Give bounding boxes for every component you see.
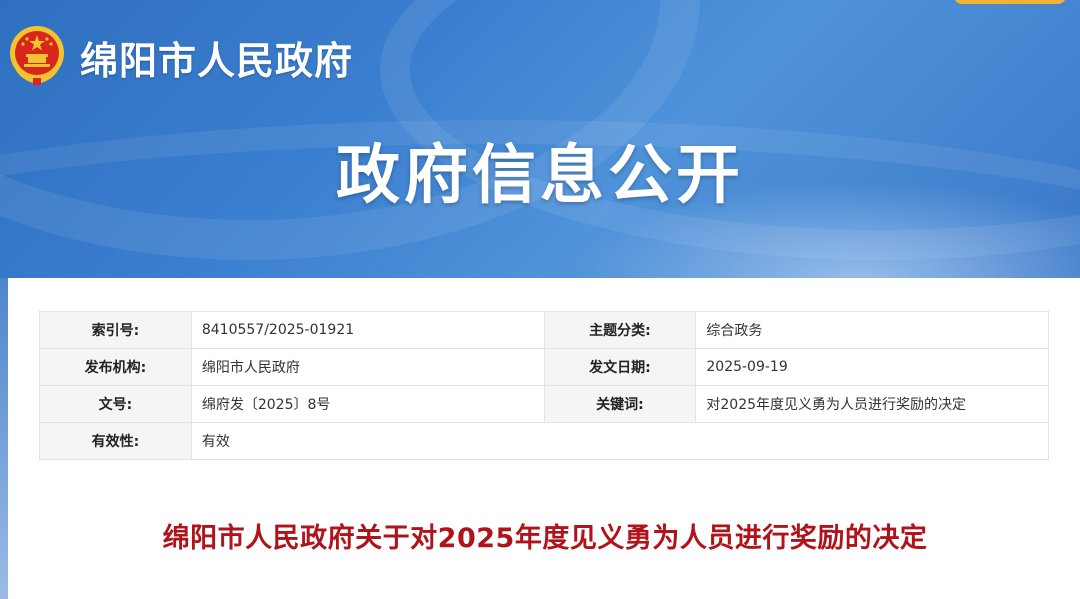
date-value: 2025-09-19 <box>695 348 1049 386</box>
site-name[interactable]: 绵阳市人民政府 <box>80 30 353 85</box>
topic-value: 综合政务 <box>695 311 1049 349</box>
topic-label: 主题分类: <box>543 311 697 349</box>
keywords-value: 对2025年度见义勇为人员进行奖励的决定 <box>695 385 1049 423</box>
document-title: 绵阳市人民政府关于对2025年度见义勇为人员进行奖励的决定 <box>162 523 928 554</box>
index-no-label: 索引号: <box>39 311 192 349</box>
index-no-value: 8410557/2025-01921 <box>190 311 545 349</box>
doc-no-value: 绵府发〔2025〕8号 <box>190 385 545 423</box>
validity-label: 有效性: <box>39 422 192 460</box>
doc-no-label: 文号: <box>39 385 192 423</box>
table-row: 文号: 绵府发〔2025〕8号 关键词: 对2025年度见义勇为人员进行奖励的决… <box>39 385 1049 423</box>
document-metadata-table: 索引号: 8410557/2025-01921 主题分类: 综合政务 发布机构:… <box>39 311 1050 460</box>
keywords-label: 关键词: <box>543 385 697 423</box>
publisher-value: 绵阳市人民政府 <box>190 348 545 386</box>
table-row: 有效性: 有效 <box>39 422 1050 460</box>
publisher-label: 发布机构: <box>39 348 192 386</box>
table-row: 索引号: 8410557/2025-01921 主题分类: 综合政务 <box>39 311 1049 349</box>
validity-value: 有效 <box>190 422 1050 460</box>
banner-title: 政府信息公开 <box>336 139 744 213</box>
national-emblem-icon <box>10 26 64 85</box>
table-row: 发布机构: 绵阳市人民政府 发文日期: 2025-09-19 <box>39 348 1049 386</box>
top-accent-button[interactable] <box>954 0 1066 4</box>
header-banner: 绵阳市人民政府 政府信息公开 <box>0 0 1080 278</box>
date-label: 发文日期: <box>543 348 697 386</box>
